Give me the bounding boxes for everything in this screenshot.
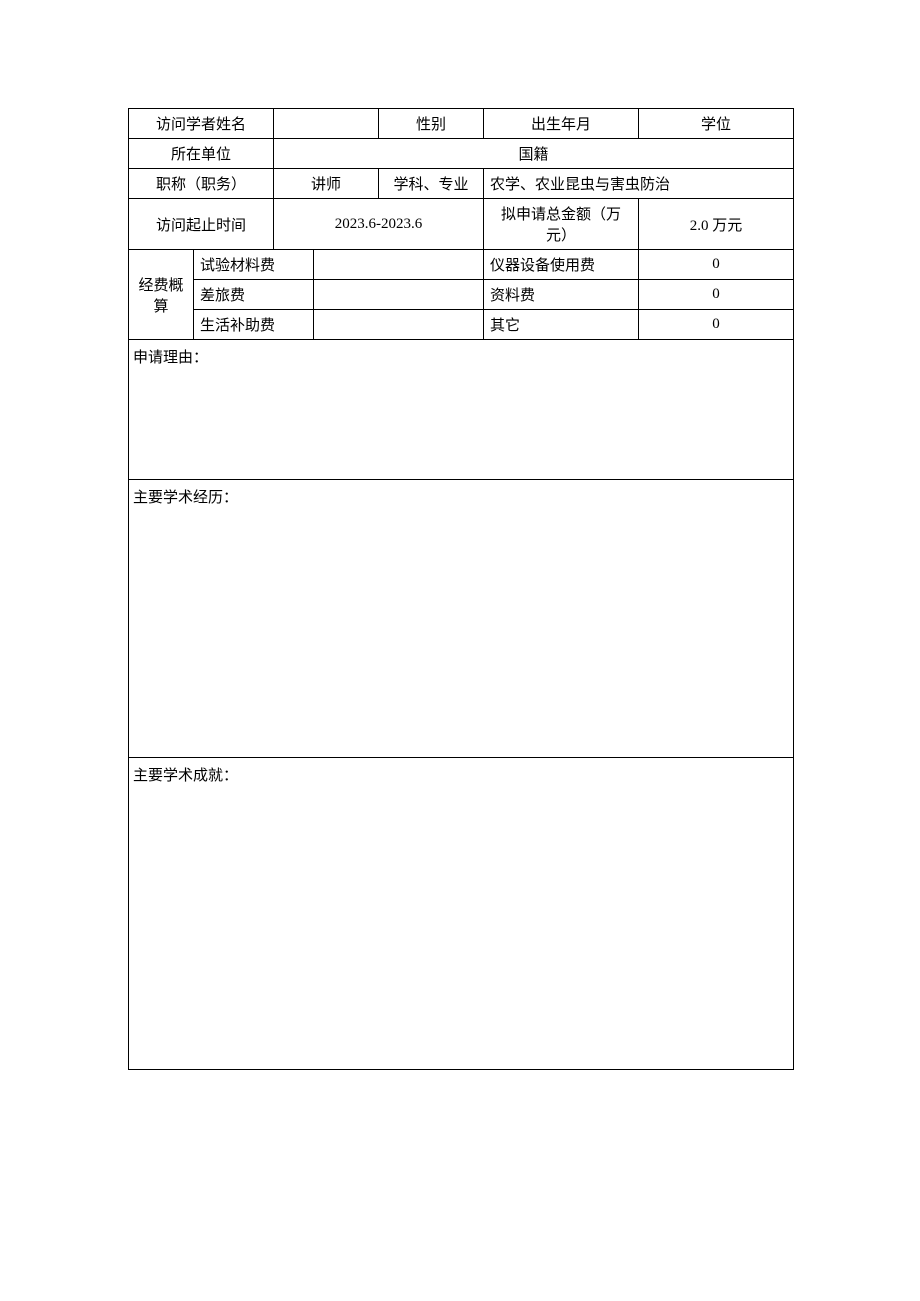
label-visit-period: 访问起止时间 bbox=[129, 199, 274, 250]
label-academic-achievements: 主要学术成就： bbox=[133, 768, 238, 784]
row-reason: 申请理由： bbox=[129, 340, 794, 480]
value-document-fee: 0 bbox=[639, 280, 794, 310]
row-1: 访问学者姓名 性别 出生年月 学位 bbox=[129, 109, 794, 139]
label-affiliation: 所在单位 bbox=[129, 139, 274, 169]
label-travel-fee: 差旅费 bbox=[194, 280, 314, 310]
row-5: 经费概算 试验材料费 仪器设备使用费 0 bbox=[129, 250, 794, 280]
value-title-position: 讲师 bbox=[274, 169, 379, 199]
label-subject-major: 学科、专业 bbox=[379, 169, 484, 199]
row-6: 差旅费 资料费 0 bbox=[129, 280, 794, 310]
application-form-table: 访问学者姓名 性别 出生年月 学位 所在单位 国籍 职称（职务） 讲师 学科、专… bbox=[128, 108, 794, 1070]
section-application-reason: 申请理由： bbox=[129, 340, 794, 480]
label-budget-estimate: 经费概算 bbox=[129, 250, 194, 340]
value-travel-fee bbox=[314, 280, 484, 310]
value-living-subsidy bbox=[314, 310, 484, 340]
label-equipment-fee: 仪器设备使用费 bbox=[484, 250, 639, 280]
value-material-fee bbox=[314, 250, 484, 280]
section-academic-achievements: 主要学术成就： bbox=[129, 758, 794, 1070]
row-3: 职称（职务） 讲师 学科、专业 农学、农业昆虫与害虫防治 bbox=[129, 169, 794, 199]
value-visitor-name bbox=[274, 109, 379, 139]
value-total-amount: 2.0 万元 bbox=[639, 199, 794, 250]
row-history: 主要学术经历： bbox=[129, 480, 794, 758]
row-achievements: 主要学术成就： bbox=[129, 758, 794, 1070]
label-material-fee: 试验材料费 bbox=[194, 250, 314, 280]
row-7: 生活补助费 其它 0 bbox=[129, 310, 794, 340]
label-total-amount: 拟申请总金额（万元） bbox=[484, 199, 639, 250]
label-nationality: 国籍 bbox=[274, 139, 794, 169]
value-subject-major: 农学、农业昆虫与害虫防治 bbox=[484, 169, 794, 199]
label-birth-date: 出生年月 bbox=[484, 109, 639, 139]
label-academic-history: 主要学术经历： bbox=[133, 490, 238, 506]
label-visitor-name: 访问学者姓名 bbox=[129, 109, 274, 139]
value-other: 0 bbox=[639, 310, 794, 340]
row-4: 访问起止时间 2023.6-2023.6 拟申请总金额（万元） 2.0 万元 bbox=[129, 199, 794, 250]
label-living-subsidy: 生活补助费 bbox=[194, 310, 314, 340]
label-application-reason: 申请理由： bbox=[133, 350, 208, 366]
value-equipment-fee: 0 bbox=[639, 250, 794, 280]
section-academic-history: 主要学术经历： bbox=[129, 480, 794, 758]
label-degree: 学位 bbox=[639, 109, 794, 139]
row-2: 所在单位 国籍 bbox=[129, 139, 794, 169]
label-gender: 性别 bbox=[379, 109, 484, 139]
label-other: 其它 bbox=[484, 310, 639, 340]
label-document-fee: 资料费 bbox=[484, 280, 639, 310]
value-visit-period: 2023.6-2023.6 bbox=[274, 199, 484, 250]
label-title-position: 职称（职务） bbox=[129, 169, 274, 199]
